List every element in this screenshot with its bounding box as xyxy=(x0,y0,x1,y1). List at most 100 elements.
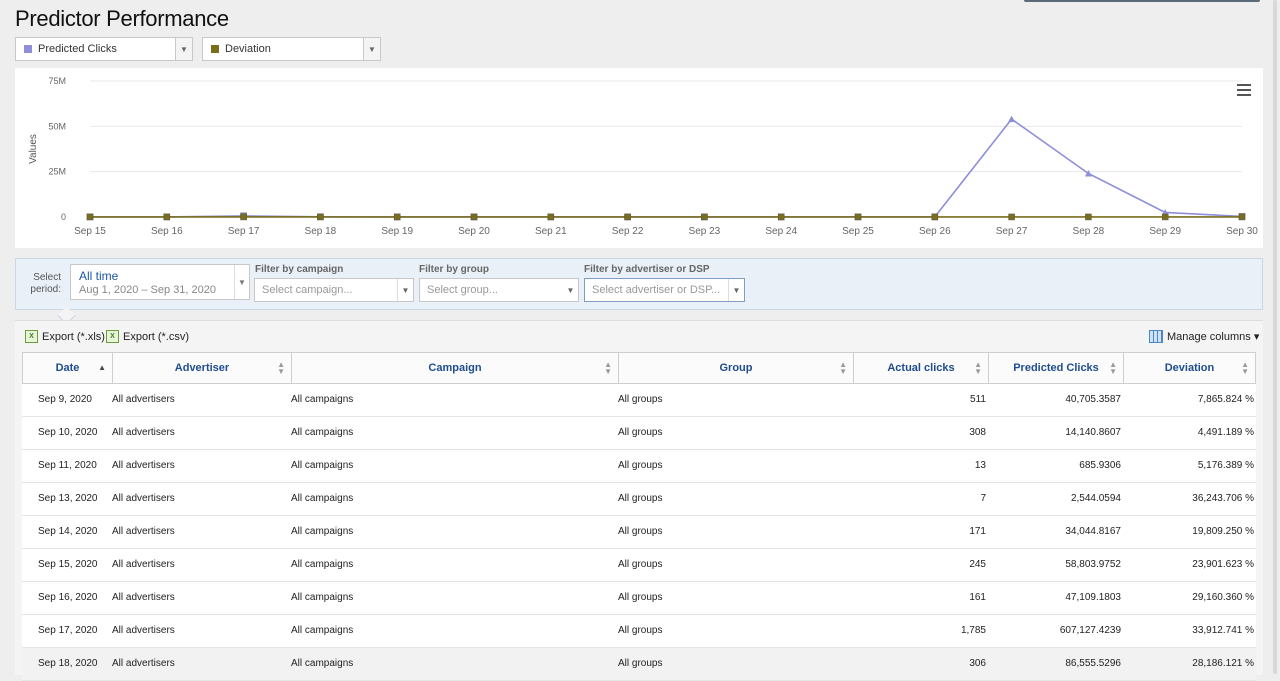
column-header-label: Group xyxy=(720,362,753,374)
x-tick-label: Sep 23 xyxy=(689,226,721,237)
data-point xyxy=(1162,214,1168,220)
cell-campaign: All campaigns xyxy=(291,450,353,482)
x-tick-label: Sep 25 xyxy=(842,226,874,237)
cell-advertiser: All advertisers xyxy=(112,483,175,515)
cell-date: Sep 16, 2020 xyxy=(38,582,98,614)
window-scrollbar[interactable] xyxy=(1270,0,1280,674)
column-header-campaign[interactable]: Campaign ▲▼ xyxy=(292,353,619,383)
x-tick-label: Sep 15 xyxy=(74,226,106,237)
cell-actual-clicks: 7 xyxy=(980,483,986,515)
column-header-date[interactable]: Date ▲ xyxy=(23,353,113,383)
column-header-group[interactable]: Group ▲▼ xyxy=(619,353,854,383)
chart-menu-icon[interactable] xyxy=(1237,84,1251,96)
table-header: Date ▲ Advertiser ▲▼ Campaign ▲▼ Group ▲… xyxy=(22,352,1256,384)
cell-deviation: 19,809.250 % xyxy=(1192,516,1254,548)
chevron-down-icon[interactable]: ▼ xyxy=(728,279,744,301)
cell-campaign: All campaigns xyxy=(291,483,353,515)
table-row[interactable]: Sep 14, 2020 All advertisers All campaig… xyxy=(22,516,1256,549)
period-select[interactable]: All time Aug 1, 2020 – Sep 31, 2020 ▼ xyxy=(70,264,250,300)
data-point xyxy=(317,214,323,220)
y-tick-label: 50M xyxy=(48,121,66,131)
chevron-down-icon[interactable]: ▼ xyxy=(397,279,413,301)
cell-deviation: 4,491.189 % xyxy=(1198,417,1254,449)
cell-predicted-clicks: 607,127.4239 xyxy=(1060,615,1121,647)
data-point xyxy=(855,214,861,220)
x-tick-label: Sep 18 xyxy=(305,226,337,237)
x-tick-label: Sep 17 xyxy=(228,226,260,237)
x-tick-label: Sep 26 xyxy=(919,226,951,237)
cell-campaign: All campaigns xyxy=(291,615,353,647)
campaign-filter-select[interactable]: Select campaign... ▼ xyxy=(254,278,414,302)
advertiser-filter-select[interactable]: Select advertiser or DSP... ▼ xyxy=(584,278,745,302)
column-header-advertiser[interactable]: Advertiser ▲▼ xyxy=(113,353,292,383)
top-window-edge xyxy=(1024,0,1260,2)
cell-campaign: All campaigns xyxy=(291,384,353,416)
column-header-actual-clicks[interactable]: Actual clicks ▲▼ xyxy=(854,353,989,383)
cell-predicted-clicks: 34,044.8167 xyxy=(1065,516,1121,548)
cell-predicted-clicks: 14,140.8607 xyxy=(1065,417,1121,449)
column-header-deviation[interactable]: Deviation ▲▼ xyxy=(1124,353,1255,383)
page-title: Predictor Performance xyxy=(15,6,229,32)
cell-campaign: All campaigns xyxy=(291,582,353,614)
chevron-down-icon[interactable]: ▼ xyxy=(234,265,249,299)
metric-select-deviation[interactable]: Deviation ▼ xyxy=(202,37,381,61)
table-row[interactable]: Sep 18, 2020 All advertisers All campaig… xyxy=(22,648,1256,681)
chevron-down-icon[interactable]: ▼ xyxy=(363,38,380,60)
campaign-filter-placeholder: Select campaign... xyxy=(262,284,353,296)
data-point xyxy=(1239,214,1245,220)
data-point xyxy=(394,214,400,220)
cell-date: Sep 18, 2020 xyxy=(38,648,98,680)
export-csv-button[interactable]: X Export (*.csv) xyxy=(106,330,189,343)
x-tick-label: Sep 20 xyxy=(458,226,490,237)
manage-columns-button[interactable]: Manage columns ▾ xyxy=(1149,330,1259,343)
cell-predicted-clicks: 40,705.3587 xyxy=(1065,384,1121,416)
data-table: Date ▲ Advertiser ▲▼ Campaign ▲▼ Group ▲… xyxy=(22,352,1256,681)
data-point xyxy=(471,214,477,220)
cell-date: Sep 13, 2020 xyxy=(38,483,98,515)
table-row[interactable]: Sep 9, 2020 All advertisers All campaign… xyxy=(22,384,1256,417)
data-point xyxy=(625,214,631,220)
data-point xyxy=(164,214,170,220)
metric-select-label: Predicted Clicks xyxy=(38,43,175,55)
metric-select-label: Deviation xyxy=(225,43,363,55)
table-row[interactable]: Sep 13, 2020 All advertisers All campaig… xyxy=(22,483,1256,516)
cell-date: Sep 15, 2020 xyxy=(38,549,98,581)
cell-predicted-clicks: 685.9306 xyxy=(1079,450,1121,482)
group-filter-placeholder: Select group... xyxy=(427,284,498,296)
column-header-label: Predicted Clicks xyxy=(1013,362,1099,374)
chevron-down-icon[interactable]: ▼ xyxy=(175,38,192,60)
cell-predicted-clicks: 2,544.0594 xyxy=(1071,483,1121,515)
data-point xyxy=(701,214,707,220)
data-point xyxy=(1009,214,1015,220)
group-filter-select[interactable]: Select group... ▼ xyxy=(419,278,579,302)
cell-campaign: All campaigns xyxy=(291,648,353,680)
spreadsheet-icon: X xyxy=(25,330,38,343)
metric-select-predicted-clicks[interactable]: Predicted Clicks ▼ xyxy=(15,37,193,61)
cell-group: All groups xyxy=(618,450,662,482)
cell-deviation: 29,160.360 % xyxy=(1192,582,1254,614)
x-tick-label: Sep 30 xyxy=(1226,226,1258,237)
cell-advertiser: All advertisers xyxy=(112,417,175,449)
cell-actual-clicks: 13 xyxy=(975,450,986,482)
cell-advertiser: All advertisers xyxy=(112,516,175,548)
table-panel: X Export (*.xls) X Export (*.csv) Manage… xyxy=(15,320,1263,675)
column-header-predicted-clicks[interactable]: Predicted Clicks ▲▼ xyxy=(989,353,1124,383)
table-row[interactable]: Sep 17, 2020 All advertisers All campaig… xyxy=(22,615,1256,648)
table-row[interactable]: Sep 10, 2020 All advertisers All campaig… xyxy=(22,417,1256,450)
cell-deviation: 23,901.623 % xyxy=(1192,549,1254,581)
table-row[interactable]: Sep 15, 2020 All advertisers All campaig… xyxy=(22,549,1256,582)
chevron-down-icon[interactable]: ▼ xyxy=(563,279,578,301)
export-xls-button[interactable]: X Export (*.xls) xyxy=(25,330,105,343)
sort-icon: ▲▼ xyxy=(277,361,285,375)
manage-columns-label: Manage columns ▾ xyxy=(1167,330,1259,343)
cell-advertiser: All advertisers xyxy=(112,384,175,416)
campaign-filter-label: Filter by campaign xyxy=(255,264,343,275)
column-header-label: Advertiser xyxy=(175,362,229,374)
column-header-label: Deviation xyxy=(1165,362,1215,374)
cell-actual-clicks: 308 xyxy=(969,417,986,449)
table-row[interactable]: Sep 16, 2020 All advertisers All campaig… xyxy=(22,582,1256,615)
sort-icon: ▲▼ xyxy=(839,361,847,375)
cell-actual-clicks: 161 xyxy=(969,582,986,614)
period-value: All time xyxy=(79,269,118,283)
table-row[interactable]: Sep 11, 2020 All advertisers All campaig… xyxy=(22,450,1256,483)
